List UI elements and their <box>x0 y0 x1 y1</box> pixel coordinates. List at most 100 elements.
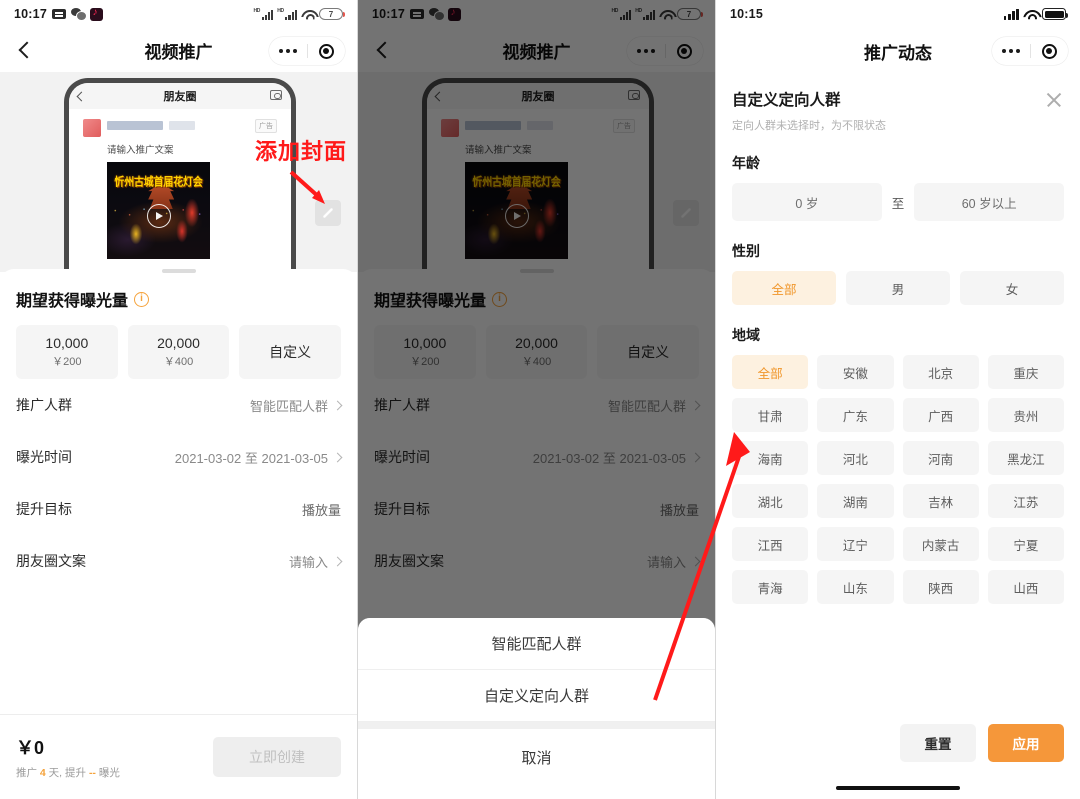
age-range-row: 0 岁 至 60 岁以上 <box>732 183 1065 221</box>
signal-hd-icon: HD <box>254 8 274 20</box>
miniprogram-capsule[interactable] <box>269 37 345 65</box>
exposure-option-1[interactable]: 10,000 ￥200 <box>16 325 118 379</box>
gender-option-male[interactable]: 男 <box>846 271 950 305</box>
play-icon[interactable] <box>146 204 171 229</box>
gender-option-female[interactable]: 女 <box>960 271 1064 305</box>
row-value-wrap: 2021-03-02 至 2021-03-05 <box>175 448 343 467</box>
region-option-19[interactable]: 宁夏 <box>987 527 1064 561</box>
region-option-6[interactable]: 广西 <box>902 398 979 432</box>
region-option-3[interactable]: 重庆 <box>987 355 1064 389</box>
footer-buttons: 重置 应用 <box>732 710 1064 762</box>
region-option-22[interactable]: 陕西 <box>902 570 979 604</box>
wechat-icon <box>70 8 87 21</box>
exposure-option-2[interactable]: 20,000 ￥400 <box>127 325 230 379</box>
region-option-9[interactable]: 河北 <box>817 441 894 475</box>
exposure-option-custom[interactable]: 自定义 <box>239 325 342 379</box>
status-time: 10:15 <box>730 7 763 21</box>
nav-bar-3: 推广动态 <box>716 28 1080 74</box>
region-option-17[interactable]: 辽宁 <box>817 527 894 561</box>
gender-options: 全部 男 女 <box>732 271 1064 305</box>
row-value: 播放量 <box>301 502 341 518</box>
row-goal[interactable]: 提升目标 播放量 <box>16 483 341 535</box>
age-to-input[interactable]: 60 岁以上 <box>914 183 1065 221</box>
panel-header: 自定义定向人群 定向人群未选择时，为不限状态 <box>732 88 1064 133</box>
reset-button[interactable]: 重置 <box>900 724 976 762</box>
wifi-icon <box>1023 9 1038 20</box>
region-option-20[interactable]: 青海 <box>732 570 809 604</box>
moment-preview: 朋友圈 广告 请输入推广文案 忻州古城首届花灯会 添加封面 <box>0 72 357 274</box>
summary-exposure: -- <box>88 767 96 779</box>
action-sheet-item-custom-audience[interactable]: 自定义定向人群 <box>358 670 715 722</box>
region-option-12[interactable]: 湖北 <box>732 484 809 518</box>
exposure-amount: 10,000 <box>45 335 89 351</box>
exposure-price: ￥400 <box>163 356 194 368</box>
phone-screen-audience-picker: 10:17 HD HD 7 视频推广 <box>358 0 716 799</box>
gender-option-all[interactable]: 全部 <box>732 271 836 305</box>
moment-header: 广告 <box>83 119 277 137</box>
region-option-23[interactable]: 山西 <box>987 570 1064 604</box>
info-icon[interactable]: i <box>134 291 150 307</box>
back-icon[interactable] <box>14 39 36 61</box>
summary-prefix: 推广 <box>16 767 40 779</box>
region-option-0[interactable]: 全部 <box>732 355 809 389</box>
miniprogram-capsule[interactable] <box>992 37 1068 65</box>
moment-copy-placeholder[interactable]: 请输入推广文案 <box>107 142 277 156</box>
promo-summary: 推广 4 天, 提升 -- 曝光 <box>16 765 120 780</box>
region-option-15[interactable]: 江苏 <box>987 484 1064 518</box>
annotation-add-cover-label: 添加封面 <box>254 139 347 164</box>
target-icon[interactable] <box>308 43 346 59</box>
apply-button[interactable]: 应用 <box>988 724 1064 762</box>
region-option-4[interactable]: 甘肃 <box>732 398 809 432</box>
row-value-wrap: 播放量 <box>302 500 341 519</box>
summary-mid: 天, 提升 <box>45 767 89 779</box>
screenshot-root: 10:17 HD HD 7 视频推广 <box>0 0 1080 799</box>
region-option-13[interactable]: 湖南 <box>817 484 894 518</box>
close-icon[interactable] <box>1044 90 1064 110</box>
age-from-input[interactable]: 0 岁 <box>732 183 882 221</box>
region-option-5[interactable]: 广东 <box>817 398 894 432</box>
signal-icon <box>1003 8 1019 20</box>
region-option-2[interactable]: 北京 <box>902 355 979 389</box>
region-option-10[interactable]: 河南 <box>902 441 979 475</box>
row-value: 智能匹配人群 <box>249 398 328 414</box>
region-option-7[interactable]: 贵州 <box>987 398 1064 432</box>
status-bar-3: 10:15 <box>716 0 1080 28</box>
row-moment-copy[interactable]: 朋友圈文案 请输入 <box>16 535 343 587</box>
row-label: 朋友圈文案 <box>16 553 86 569</box>
region-option-14[interactable]: 吉林 <box>902 484 979 518</box>
battery-icon: 7 <box>319 8 345 20</box>
exposure-amount: 20,000 <box>157 335 200 351</box>
signal-hd-icon-2: HD <box>277 8 297 20</box>
region-option-11[interactable]: 黑龙江 <box>987 441 1064 475</box>
row-value-wrap: 智能匹配人群 <box>249 396 343 415</box>
annotation-arrow-icon <box>289 170 325 204</box>
more-icon[interactable] <box>269 49 307 53</box>
more-icon[interactable] <box>992 49 1030 53</box>
section-label-age: 年龄 <box>732 155 760 171</box>
age-separator: 至 <box>891 196 905 211</box>
status-bar: 10:17 HD HD 7 <box>0 0 357 28</box>
row-label: 提升目标 <box>16 501 72 517</box>
action-sheet-item-smart-match[interactable]: 智能匹配人群 <box>358 618 715 670</box>
create-button[interactable]: 立即创建 <box>213 737 341 777</box>
region-option-16[interactable]: 江西 <box>732 527 809 561</box>
chevron-right-icon <box>332 556 343 566</box>
video-thumbnail[interactable]: 忻州古城首届花灯会 <box>107 162 210 259</box>
inner-nav-bar: 朋友圈 <box>69 83 291 109</box>
row-audience[interactable]: 推广人群 智能匹配人群 <box>16 379 343 431</box>
region-option-21[interactable]: 山东 <box>817 570 894 604</box>
panel-subtitle: 定向人群未选择时，为不限状态 <box>732 120 886 132</box>
row-exposure-time[interactable]: 曝光时间 2021-03-02 至 2021-03-05 <box>16 431 343 483</box>
target-icon[interactable] <box>1031 43 1069 59</box>
region-option-8[interactable]: 海南 <box>732 441 809 475</box>
action-sheet-cancel[interactable]: 取消 <box>358 729 715 785</box>
region-option-18[interactable]: 内蒙古 <box>902 527 979 561</box>
author-name-placeholder <box>107 121 163 130</box>
promotion-form: 期望获得曝光量 i 10,000 ￥200 20,000 ￥400 自定义 推广… <box>0 269 357 587</box>
exposure-price: ￥200 <box>52 356 82 368</box>
row-value: 请输入 <box>288 554 328 570</box>
nav-bar: 视频推广 <box>0 28 357 72</box>
bottom-bar: ￥0 推广 4 天, 提升 -- 曝光 立即创建 <box>0 714 357 799</box>
sheet-grabber[interactable] <box>161 269 196 273</box>
region-option-1[interactable]: 安徽 <box>817 355 894 389</box>
